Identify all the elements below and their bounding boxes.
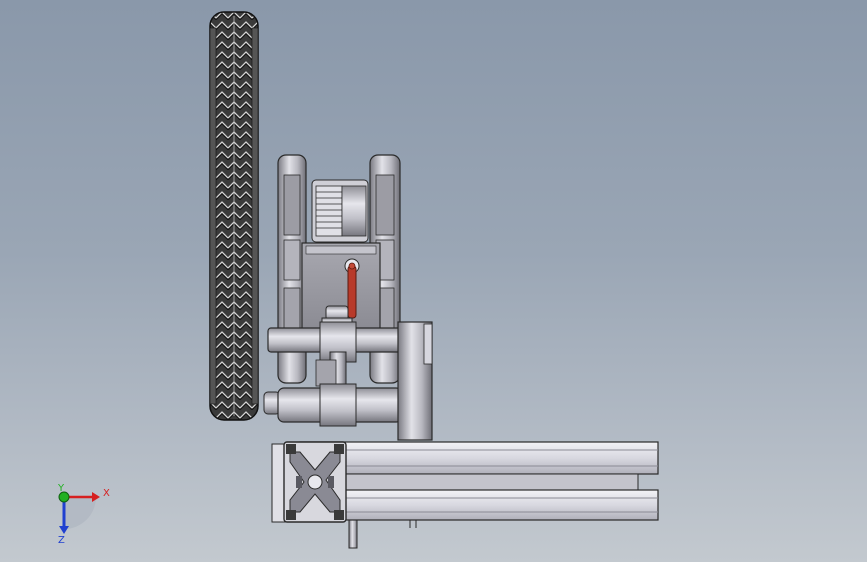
tread-wheel[interactable] (209, 11, 259, 421)
gear[interactable] (311, 179, 369, 243)
y-axis-label: Y (58, 483, 65, 494)
z-axis-label: Z (58, 535, 65, 546)
graphics-viewport[interactable]: X Y Z (0, 0, 867, 562)
orientation-triad (58, 491, 100, 534)
aluminum-extrusion[interactable] (271, 441, 659, 523)
model-view[interactable] (0, 0, 867, 562)
x-axis-label: X (103, 488, 110, 499)
